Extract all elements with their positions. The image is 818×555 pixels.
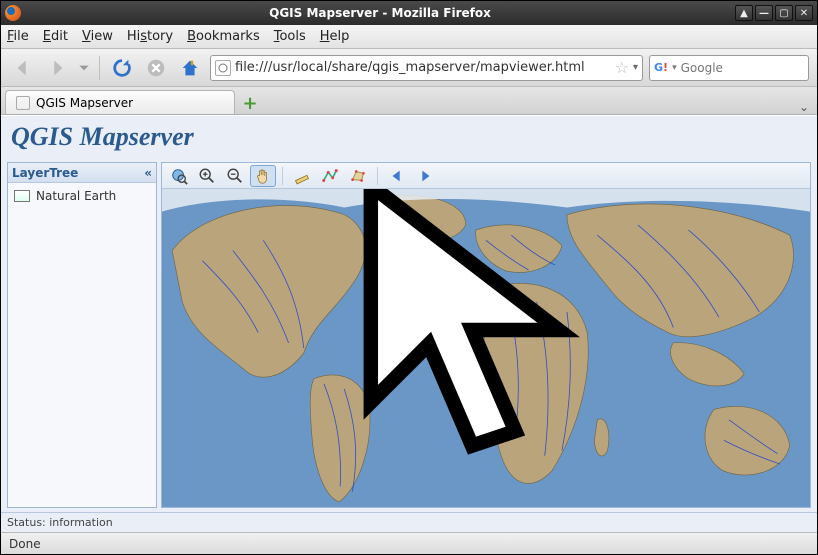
globe-magnifier-icon: [170, 167, 188, 185]
window-minimize-button[interactable]: —: [755, 5, 773, 21]
new-tab-button[interactable]: +: [237, 92, 263, 114]
layer-label: Natural Earth: [36, 189, 116, 203]
forward-button[interactable]: [43, 54, 71, 82]
url-bar[interactable]: ☆ ▾: [210, 55, 643, 81]
list-all-tabs-button[interactable]: ⌄: [795, 100, 813, 114]
arrow-right-icon: [46, 57, 68, 79]
tab-active[interactable]: QGIS Mapserver: [5, 90, 235, 114]
window-ontop-button[interactable]: ▲: [735, 5, 753, 21]
menu-edit[interactable]: Edit: [43, 29, 68, 44]
pan-button[interactable]: [250, 165, 276, 187]
google-icon: G!: [654, 60, 668, 76]
window-title: QGIS Mapserver - Mozilla Firefox: [27, 6, 733, 20]
search-engine-dropdown[interactable]: ▾: [672, 63, 677, 73]
polyline-icon: [321, 167, 339, 185]
triangle-right-icon: [416, 167, 434, 185]
arrow-left-icon: [12, 57, 34, 79]
url-input[interactable]: [235, 60, 611, 75]
layer-tree-title: LayerTree: [12, 166, 78, 180]
app-status-bar: Status: information: [1, 512, 817, 532]
previous-view-button[interactable]: [384, 165, 410, 187]
reload-icon: [111, 57, 133, 79]
map-toolbar: [162, 163, 810, 189]
map-panel: [161, 162, 811, 508]
window-maximize-button[interactable]: ▢: [775, 5, 793, 21]
browser-status-text: Done: [9, 537, 41, 551]
zoom-out-icon: [226, 167, 244, 185]
next-view-button[interactable]: [412, 165, 438, 187]
zoom-in-icon: [198, 167, 216, 185]
toolbar-divider: [99, 56, 100, 80]
window-close-button[interactable]: ✕: [795, 5, 813, 21]
search-box[interactable]: G! ▾: [649, 55, 809, 81]
recent-pages-button[interactable]: [77, 54, 91, 82]
triangle-left-icon: [388, 167, 406, 185]
firefox-window: QGIS Mapserver - Mozilla Firefox ▲ — ▢ ✕…: [0, 0, 818, 555]
menu-bookmarks[interactable]: Bookmarks: [187, 29, 260, 44]
collapse-panel-icon[interactable]: «: [144, 166, 152, 180]
app-status-text: Status: information: [7, 516, 113, 529]
search-input[interactable]: [681, 61, 818, 75]
app-body: LayerTree « Natural Earth: [1, 162, 817, 512]
polygon-icon: [349, 167, 367, 185]
window-titlebar[interactable]: QGIS Mapserver - Mozilla Firefox ▲ — ▢ ✕: [1, 1, 817, 25]
menu-view[interactable]: View: [82, 29, 113, 44]
firefox-icon: [5, 5, 21, 21]
world-map-image: [162, 189, 810, 507]
ruler-icon: [293, 167, 311, 185]
toolbar-separator: [282, 167, 283, 185]
stop-icon: [145, 57, 167, 79]
zoom-out-button[interactable]: [222, 165, 248, 187]
bookmark-star-icon[interactable]: ☆: [615, 58, 629, 77]
measure-path-button[interactable]: [317, 165, 343, 187]
navigation-toolbar: ☆ ▾ G! ▾: [1, 49, 817, 87]
url-history-dropdown[interactable]: ▾: [633, 62, 638, 73]
layer-tree-header: LayerTree «: [8, 163, 156, 183]
menu-tools[interactable]: Tools: [274, 29, 306, 44]
home-icon: [179, 57, 201, 79]
layer-tree-body: Natural Earth: [8, 183, 156, 507]
layer-item[interactable]: Natural Earth: [10, 187, 154, 205]
tab-label: QGIS Mapserver: [36, 96, 133, 110]
back-button[interactable]: [9, 54, 37, 82]
tab-strip: QGIS Mapserver + ⌄: [1, 87, 817, 115]
measure-line-button[interactable]: [289, 165, 315, 187]
page-content: QGIS Mapserver LayerTree « Natural Earth: [1, 115, 817, 532]
toolbar-separator: [377, 167, 378, 185]
menu-help[interactable]: Help: [320, 29, 350, 44]
chevron-down-icon: [77, 57, 91, 79]
menu-history[interactable]: History: [127, 29, 173, 44]
layer-icon: [14, 190, 30, 202]
tab-favicon: [16, 96, 30, 110]
zoom-full-extent-button[interactable]: [166, 165, 192, 187]
reload-button[interactable]: [108, 54, 136, 82]
browser-status-bar: Done: [1, 532, 817, 554]
stop-button[interactable]: [142, 54, 170, 82]
page-heading: QGIS Mapserver: [1, 116, 817, 162]
zoom-in-button[interactable]: [194, 165, 220, 187]
layer-tree-panel: LayerTree « Natural Earth: [7, 162, 157, 508]
menu-file[interactable]: File: [7, 29, 29, 44]
site-identity-icon[interactable]: [215, 60, 231, 76]
measure-area-button[interactable]: [345, 165, 371, 187]
hand-icon: [254, 167, 272, 185]
map-canvas[interactable]: [162, 189, 810, 507]
browser-menubar: File Edit View History Bookmarks Tools H…: [1, 25, 817, 49]
home-button[interactable]: [176, 54, 204, 82]
